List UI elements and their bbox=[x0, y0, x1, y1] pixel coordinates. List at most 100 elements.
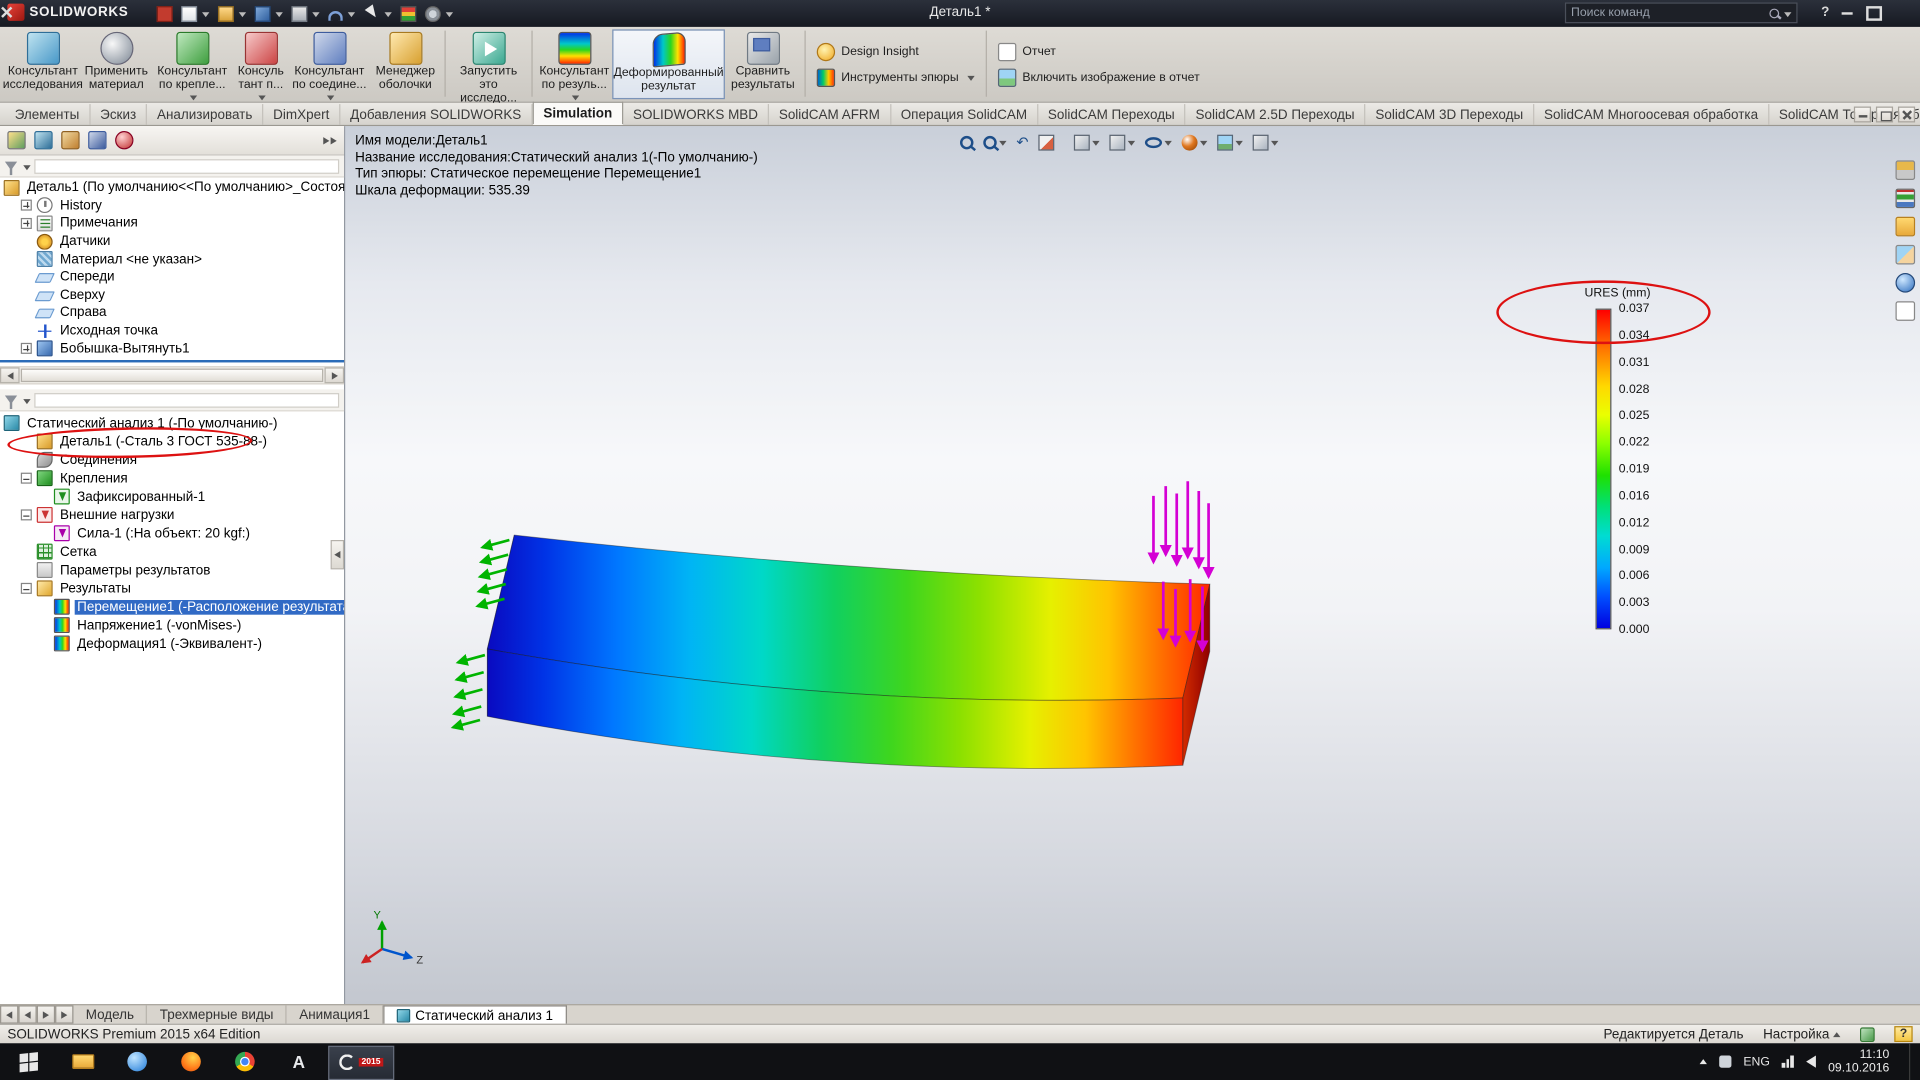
tab-solidcam-25d[interactable]: SolidCAM 2.5D Переходы bbox=[1186, 104, 1366, 125]
tab-sketch[interactable]: Эскиз bbox=[90, 104, 147, 125]
show-desktop-button[interactable] bbox=[1909, 1043, 1915, 1080]
tree-item-study-part[interactable]: Деталь1 (-Сталь 3 ГОСТ 535-88-) bbox=[0, 432, 344, 450]
scrollbar-thumb[interactable] bbox=[21, 369, 323, 382]
app-a-button[interactable]: A bbox=[272, 1043, 326, 1080]
propertymanager-tab-icon[interactable] bbox=[34, 131, 52, 149]
tab-solidcam-multiaxis[interactable]: SolidCAM Многоосевая обработка bbox=[1534, 104, 1769, 125]
panel-splitter[interactable] bbox=[0, 360, 344, 362]
tree-item-force[interactable]: Сила-1 (:На объект: 20 kgf:) bbox=[0, 524, 344, 542]
apply-scene-button[interactable] bbox=[1215, 130, 1246, 154]
tree-item-sensors[interactable]: Датчики bbox=[0, 232, 344, 250]
collapse-chevrons-icon[interactable] bbox=[323, 137, 336, 144]
tab-solidcam-operation[interactable]: Операция SolidCAM bbox=[891, 104, 1038, 125]
tab-dimxpert[interactable]: DimXpert bbox=[263, 104, 340, 125]
tab-elements[interactable]: Элементы bbox=[5, 104, 90, 125]
clock[interactable]: 11:10 09.10.2016 bbox=[1828, 1048, 1889, 1075]
tab-solidcam-afrm[interactable]: SolidCAM AFRM bbox=[769, 104, 891, 125]
tree-item-connections[interactable]: Соединения bbox=[0, 451, 344, 469]
network-icon[interactable] bbox=[1782, 1056, 1794, 1068]
tree-filter[interactable] bbox=[0, 156, 344, 178]
featuremanager-tab-icon[interactable] bbox=[7, 131, 25, 149]
expander-icon[interactable] bbox=[21, 343, 32, 354]
horizontal-scrollbar[interactable] bbox=[0, 366, 344, 384]
file-explorer-button[interactable] bbox=[56, 1043, 110, 1080]
tab-solidcam-transitions[interactable]: SolidCAM Переходы bbox=[1038, 104, 1186, 125]
filter-field[interactable] bbox=[34, 392, 339, 407]
tray-expand-icon[interactable] bbox=[1699, 1059, 1706, 1064]
include-image-button[interactable]: Включить изображение в отчет bbox=[998, 68, 1200, 86]
tree-item-fixtures[interactable]: Крепления bbox=[0, 469, 344, 487]
tab-3d-views[interactable]: Трехмерные виды bbox=[148, 1005, 287, 1023]
zoom-area-button[interactable] bbox=[981, 130, 1009, 154]
scroll-left-icon[interactable] bbox=[0, 367, 20, 383]
study-tree-filter[interactable] bbox=[0, 389, 344, 411]
custom-properties-icon[interactable] bbox=[1896, 301, 1916, 321]
help-button[interactable]: ? bbox=[1821, 5, 1829, 20]
study-advisor-button[interactable]: Консультант исследования bbox=[5, 29, 81, 99]
results-advisor-button[interactable]: Консультант по резуль... bbox=[536, 29, 612, 99]
zoom-fit-button[interactable] bbox=[958, 130, 976, 154]
tree-item-results[interactable]: Результаты bbox=[0, 579, 344, 597]
file-explorer-icon[interactable] bbox=[1896, 217, 1916, 237]
expander-icon[interactable] bbox=[21, 509, 32, 520]
loads-advisor-button[interactable]: Консуль тант п... bbox=[233, 29, 289, 99]
expander-icon[interactable] bbox=[21, 200, 32, 211]
design-library-icon[interactable] bbox=[1896, 189, 1916, 209]
shell-manager-button[interactable]: Менеджер оболочки bbox=[370, 29, 441, 99]
tab-solidcam-3d[interactable]: SolidCAM 3D Переходы bbox=[1366, 104, 1535, 125]
tree-item-external-loads[interactable]: Внешние нагрузки bbox=[0, 506, 344, 524]
tree-item-mesh[interactable]: Сетка bbox=[0, 542, 344, 560]
dimxpertmanager-tab-icon[interactable] bbox=[88, 131, 106, 149]
close-button[interactable] bbox=[0, 4, 20, 22]
tree-item-displacement-plot[interactable]: Перемещение1 (-Расположение результата-) bbox=[0, 598, 344, 616]
start-button[interactable] bbox=[0, 1043, 56, 1080]
appearances-icon[interactable] bbox=[1896, 273, 1916, 293]
tree-item-origin[interactable]: Исходная точка bbox=[0, 322, 344, 340]
filter-field[interactable] bbox=[34, 159, 339, 174]
resources-icon[interactable] bbox=[1896, 160, 1916, 180]
doc-minimize-icon[interactable] bbox=[1854, 107, 1871, 123]
next-tab-icon[interactable] bbox=[37, 1005, 55, 1023]
help-badge[interactable]: ? bbox=[1894, 1026, 1912, 1042]
last-tab-icon[interactable] bbox=[55, 1005, 73, 1023]
firefox-button[interactable] bbox=[164, 1043, 218, 1080]
tree-item-front-plane[interactable]: Спереди bbox=[0, 268, 344, 286]
tab-animation[interactable]: Анимация1 bbox=[287, 1005, 383, 1023]
chrome-button[interactable] bbox=[218, 1043, 272, 1080]
tree-item-result-options[interactable]: Параметры результатов bbox=[0, 561, 344, 579]
search-input[interactable] bbox=[1571, 6, 1767, 19]
tree-item-top-plane[interactable]: Сверху bbox=[0, 286, 344, 304]
tree-item-material[interactable]: Материал <не указан> bbox=[0, 250, 344, 268]
compare-results-button[interactable]: Сравнить результаты bbox=[725, 29, 801, 99]
plot-tools-button[interactable]: Инструменты эпюры bbox=[817, 68, 975, 86]
view-orientation-button[interactable] bbox=[1072, 130, 1103, 154]
scroll-right-icon[interactable] bbox=[324, 367, 344, 383]
customize-button[interactable]: Настройка bbox=[1763, 1027, 1840, 1042]
hide-show-button[interactable] bbox=[1143, 130, 1175, 154]
doc-restore-icon[interactable] bbox=[1876, 107, 1893, 123]
tab-evaluate[interactable]: Анализировать bbox=[147, 104, 263, 125]
tray-app-icon[interactable] bbox=[1719, 1056, 1731, 1068]
view-settings-button[interactable] bbox=[1250, 130, 1281, 154]
panel-collapse-handle[interactable] bbox=[331, 540, 344, 569]
tree-item-right-plane[interactable]: Справа bbox=[0, 304, 344, 322]
tab-addins[interactable]: Добавления SOLIDWORKS bbox=[340, 104, 532, 125]
tab-model[interactable]: Модель bbox=[73, 1005, 147, 1023]
prev-tab-icon[interactable] bbox=[18, 1005, 36, 1023]
tree-item-study-root[interactable]: Статический анализ 1 (-По умолчанию-) bbox=[0, 414, 344, 432]
connections-advisor-button[interactable]: Консультант по соедине... bbox=[289, 29, 370, 99]
expander-icon[interactable] bbox=[21, 583, 32, 594]
display-style-button[interactable] bbox=[1107, 130, 1138, 154]
command-search[interactable] bbox=[1565, 2, 1798, 23]
tree-item-part-root[interactable]: Деталь1 (По умолчанию<<По умолчанию>_Сос… bbox=[0, 179, 344, 197]
tab-simulation[interactable]: Simulation bbox=[532, 102, 623, 125]
first-tab-icon[interactable] bbox=[0, 1005, 18, 1023]
displaymanager-tab-icon[interactable] bbox=[115, 131, 133, 149]
volume-icon[interactable] bbox=[1806, 1056, 1816, 1068]
browser-button[interactable] bbox=[110, 1043, 164, 1080]
graphics-viewport[interactable]: Y Z Имя модели:Деталь1 Название исследов… bbox=[345, 126, 1920, 1004]
fixtures-advisor-button[interactable]: Консультант по крепле... bbox=[152, 29, 233, 99]
expander-icon[interactable] bbox=[21, 218, 32, 229]
configurationmanager-tab-icon[interactable] bbox=[61, 131, 79, 149]
restore-button[interactable] bbox=[1861, 4, 1885, 22]
